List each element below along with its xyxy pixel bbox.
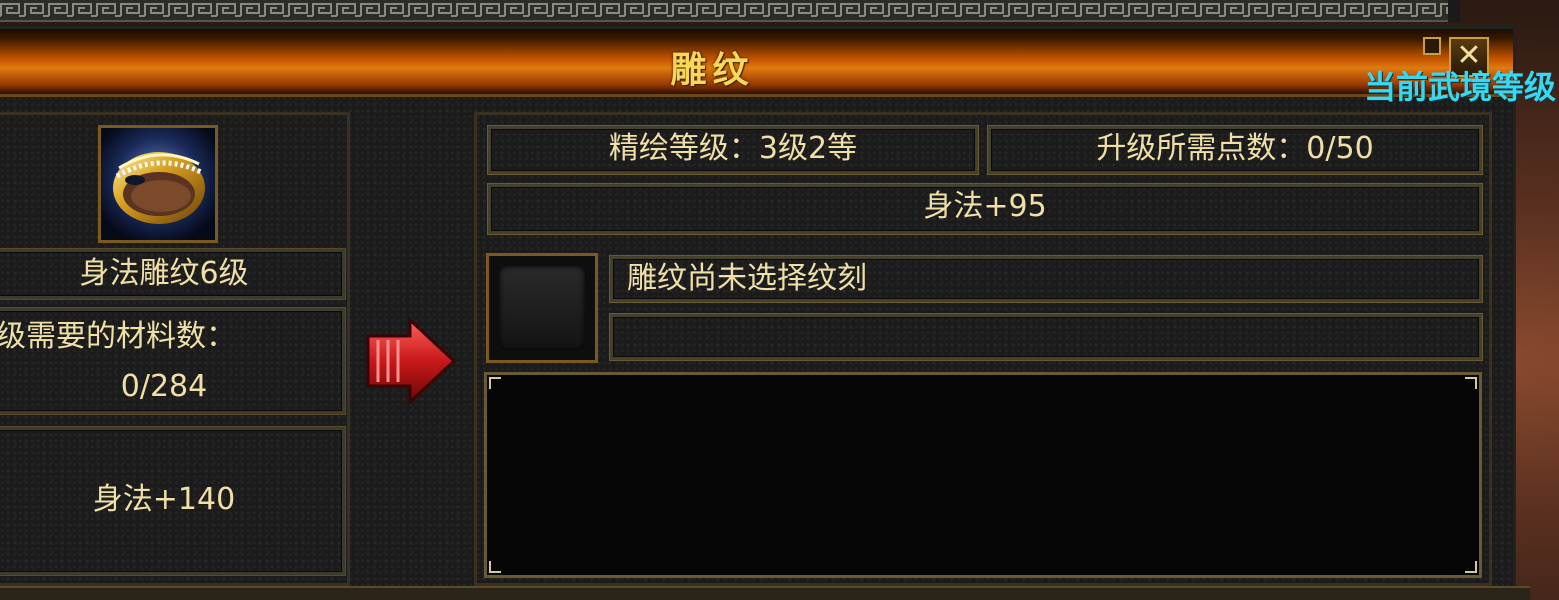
next-bonus-field: 身法+95 xyxy=(488,184,1482,234)
empty-slot-icon xyxy=(499,266,585,350)
bottom-border xyxy=(0,586,1530,600)
engrave-status: 雕纹尚未选择纹刻 xyxy=(627,261,867,296)
upgrade-points: 升级所需点数：0/50 xyxy=(1096,131,1374,166)
upgrade-points-field: 升级所需点数：0/50 xyxy=(988,126,1482,174)
corner-mark xyxy=(1465,377,1477,389)
title-bar[interactable]: 雕纹 ✕ xyxy=(0,29,1513,97)
right-arrow-icon xyxy=(362,316,458,406)
corner-mark xyxy=(489,561,501,573)
description-box xyxy=(484,372,1482,578)
game-screen: 雕纹 ✕ 当前武境等级 身法雕纹6级 级需要的材料数： 0/284 身法+140… xyxy=(0,0,1559,600)
engrave-slot[interactable] xyxy=(486,253,598,363)
item-slot[interactable] xyxy=(98,125,218,243)
top-border-end xyxy=(1448,0,1460,22)
wujing-level-label: 当前武境等级 xyxy=(1364,68,1557,106)
material-label: 升级需要的材料数： xyxy=(0,319,236,354)
corner-mark xyxy=(489,377,501,389)
material-box: 升级需要的材料数： 0/284 xyxy=(0,308,345,414)
engrave-detail-field xyxy=(610,314,1482,360)
ring-icon xyxy=(101,128,215,240)
corner-mark xyxy=(1465,561,1477,573)
pin-icon[interactable] xyxy=(1423,37,1441,55)
top-decorative-border xyxy=(0,0,1448,22)
refine-level: 精绘等级：3级2等 xyxy=(608,131,858,166)
window-title: 雕纹 xyxy=(670,50,755,91)
item-name-row: 身法雕纹6级 xyxy=(0,249,345,299)
current-bonus: 身法+140 xyxy=(92,482,236,517)
current-bonus-box: 身法+140 xyxy=(0,427,345,575)
next-bonus: 身法+95 xyxy=(923,189,1047,224)
material-count: 0/284 xyxy=(120,369,208,404)
engrave-status-field: 雕纹尚未选择纹刻 xyxy=(610,256,1482,302)
refine-level-field: 精绘等级：3级2等 xyxy=(488,126,978,174)
current-engraving-panel: 身法雕纹6级 升级需要的材料数： 0/284 身法+140 xyxy=(0,112,350,586)
item-name: 身法雕纹6级 xyxy=(79,256,249,291)
